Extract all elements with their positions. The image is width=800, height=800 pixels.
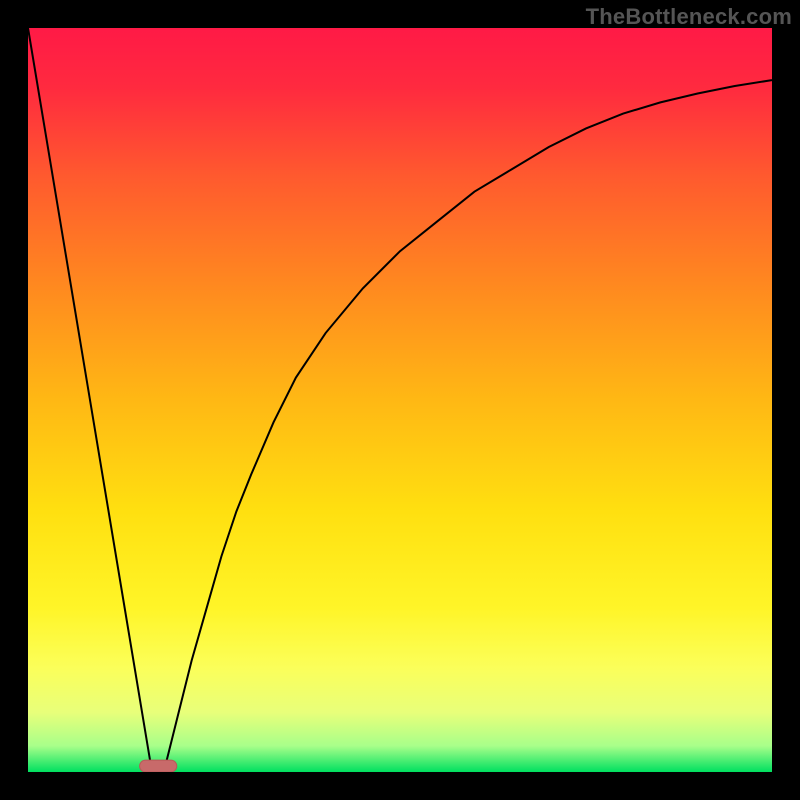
chart-frame: TheBottleneck.com — [0, 0, 800, 800]
plot-area — [28, 28, 772, 772]
chart-canvas — [28, 28, 772, 772]
watermark-text: TheBottleneck.com — [586, 4, 792, 30]
gradient-background — [28, 28, 772, 772]
optimum-marker — [140, 760, 177, 772]
